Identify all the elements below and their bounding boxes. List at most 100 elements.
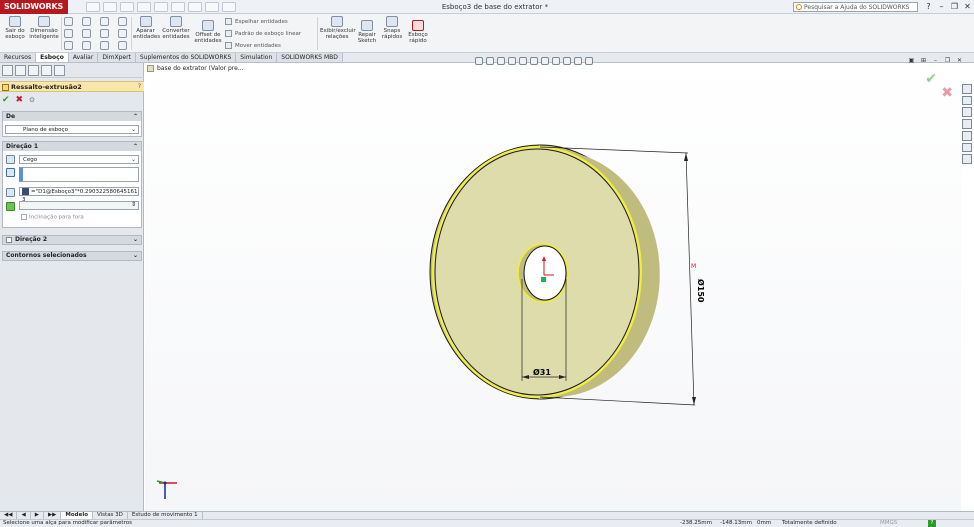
draft-angle-input[interactable]: ⇕ bbox=[19, 201, 139, 210]
file-properties-icon[interactable] bbox=[205, 2, 219, 12]
restore-icon[interactable]: ❐ bbox=[949, 1, 960, 12]
file-explorer-icon[interactable] bbox=[962, 107, 972, 118]
print-icon[interactable] bbox=[137, 2, 151, 12]
configuration-manager-icon[interactable] bbox=[28, 65, 39, 76]
detailed-preview-icon[interactable]: ⊙ bbox=[29, 96, 35, 105]
chamfer-icon[interactable] bbox=[100, 41, 109, 50]
bottom-tab-modelo[interactable]: Modelo bbox=[61, 512, 93, 519]
repair-sketch-button[interactable]: Repair Sketch bbox=[357, 20, 377, 44]
close-icon[interactable]: ✕ bbox=[962, 1, 973, 12]
relations-icon bbox=[331, 16, 343, 27]
cancel-button[interactable]: ✖ bbox=[16, 96, 24, 105]
fillet-icon[interactable] bbox=[100, 29, 109, 38]
select-icon[interactable] bbox=[171, 2, 185, 12]
dimension-icon[interactable] bbox=[118, 17, 127, 26]
help-icon[interactable]: ? bbox=[928, 520, 936, 527]
tab-esbo-o[interactable]: Esboço bbox=[36, 53, 69, 62]
new-icon[interactable] bbox=[86, 2, 100, 12]
restore-view-icon[interactable]: ❐ bbox=[943, 56, 952, 65]
options-icon[interactable] bbox=[222, 2, 236, 12]
arc-icon[interactable] bbox=[82, 29, 91, 38]
tab-recursos[interactable]: Recursos bbox=[0, 53, 37, 62]
relations-label: Exibir/excluir relações bbox=[320, 28, 356, 40]
inner-diameter-label[interactable]: Ø31 bbox=[533, 367, 551, 377]
document-title: Esboço3 de base do extrator * bbox=[441, 3, 549, 11]
exit-sketch-button[interactable]: Sair do esboço bbox=[4, 16, 26, 40]
tab-suplementos-do-solidworks[interactable]: Suplementos do SOLIDWORKS bbox=[135, 53, 237, 62]
draft-outward-checkbox[interactable]: Inclinação para fora bbox=[21, 214, 84, 221]
from-group-header[interactable]: De ⌃ bbox=[3, 112, 141, 121]
quick-snaps-button[interactable]: Snaps rápidos bbox=[381, 16, 403, 40]
direction2-checkbox[interactable] bbox=[6, 236, 12, 243]
graphics-area[interactable]: base do extrator (Valor pre... ✔ ✖ Ø150 … bbox=[145, 57, 961, 511]
split-view-icon[interactable]: ▣ bbox=[907, 56, 916, 65]
direction2-label: Direção 2 bbox=[15, 236, 48, 243]
tab-scroll-icon[interactable]: ▶▶ bbox=[44, 512, 62, 519]
tab-scroll-icon[interactable]: ◀ bbox=[17, 512, 31, 519]
ok-button[interactable]: ✔ bbox=[2, 96, 10, 105]
direction2-group-header[interactable]: Direção 2 ⌄ bbox=[3, 236, 141, 244]
design-library-icon[interactable] bbox=[962, 95, 972, 106]
from-select[interactable]: Plano de esboço ⌄ bbox=[5, 125, 139, 134]
help-icon[interactable]: ? bbox=[138, 83, 141, 90]
undo-icon[interactable] bbox=[154, 2, 168, 12]
minimize-icon[interactable]: – bbox=[936, 1, 947, 12]
rebuild-icon[interactable] bbox=[188, 2, 202, 12]
convert-entities-button[interactable]: Converter entidades bbox=[161, 16, 191, 40]
tab-simulation[interactable]: Simulation bbox=[236, 53, 278, 62]
reverse-direction-icon[interactable] bbox=[6, 155, 15, 164]
resources-icon[interactable] bbox=[962, 84, 972, 94]
units-selector[interactable]: MMGS bbox=[880, 520, 897, 527]
property-manager-icon[interactable] bbox=[15, 65, 26, 76]
line-icon[interactable] bbox=[64, 17, 73, 26]
feature-manager-icon[interactable] bbox=[2, 65, 13, 76]
depth-input[interactable]: ="D1@Esboço3"*0.290322580645161 3 bbox=[19, 187, 139, 203]
end-condition-select[interactable]: Cego ⌄ bbox=[19, 155, 139, 164]
bottom-tab-estudo-de-movimento-1[interactable]: Estudo de movimento 1 bbox=[128, 512, 203, 519]
offset-entities-button[interactable]: Offset de entidades bbox=[194, 20, 222, 44]
direction-selection-box[interactable] bbox=[19, 167, 139, 182]
draft-icon[interactable] bbox=[6, 202, 15, 211]
bottom-tab-vistas-3d[interactable]: Vistas 3D bbox=[93, 512, 128, 519]
status-bar: Selecione uma alça para modificar parâme… bbox=[0, 519, 974, 527]
appearances-icon[interactable] bbox=[962, 130, 972, 141]
dimxpert-manager-icon[interactable] bbox=[41, 65, 52, 76]
tab-scroll-icon[interactable]: ▶ bbox=[31, 512, 44, 519]
open-icon[interactable] bbox=[103, 2, 117, 12]
selected-contours-header[interactable]: Contornos selecionados ⌄ bbox=[3, 252, 141, 260]
trim-entities-button[interactable]: Aparar entidades bbox=[133, 16, 160, 40]
move-entities-button[interactable]: Mover entidades bbox=[225, 42, 281, 49]
center-hole bbox=[523, 245, 567, 301]
reference-triad bbox=[153, 479, 183, 505]
outer-diameter-label[interactable]: Ø150 bbox=[696, 279, 706, 303]
text-icon[interactable] bbox=[118, 29, 127, 38]
mirror-entities-button[interactable]: Espelhar entidades bbox=[225, 18, 288, 25]
tab-solidworks-mbd[interactable]: SOLIDWORKS MBD bbox=[277, 53, 343, 62]
help-search-input[interactable]: Pesquisar a Ajuda do SOLIDWORKS bbox=[793, 2, 918, 12]
linear-pattern-button[interactable]: Padrão de esboço linear bbox=[225, 30, 301, 37]
tab-dimxpert[interactable]: DimXpert bbox=[98, 53, 136, 62]
display-manager-icon[interactable] bbox=[54, 65, 65, 76]
custom-properties-icon[interactable] bbox=[962, 142, 972, 153]
polygon-icon[interactable] bbox=[82, 41, 91, 50]
circle-icon[interactable] bbox=[82, 17, 91, 26]
ribbon-divider bbox=[317, 17, 318, 50]
help-icon[interactable]: ? bbox=[923, 1, 934, 12]
tile-view-icon[interactable]: ⊞ bbox=[919, 56, 928, 65]
spinner-icon[interactable]: ⇕ bbox=[131, 201, 136, 209]
spline-icon[interactable] bbox=[100, 17, 109, 26]
solidworks-forum-icon[interactable] bbox=[962, 154, 972, 165]
close-view-icon[interactable]: ✕ bbox=[955, 56, 964, 65]
smart-dimension-button[interactable]: Dimensão inteligente bbox=[29, 16, 59, 40]
direction1-group-header[interactable]: Direção 1 ⌃ bbox=[3, 142, 141, 151]
tab-avaliar[interactable]: Avaliar bbox=[68, 53, 99, 62]
tab-scroll-icon[interactable]: ◀◀ bbox=[0, 512, 18, 519]
rapid-sketch-button[interactable]: Esboço rápido bbox=[406, 20, 430, 44]
rectangle-icon[interactable] bbox=[64, 29, 73, 38]
point-icon[interactable] bbox=[118, 41, 127, 50]
save-icon[interactable] bbox=[120, 2, 134, 12]
slot-icon[interactable] bbox=[64, 41, 73, 50]
display-relations-button[interactable]: Exibir/excluir relações bbox=[320, 16, 356, 40]
view-palette-icon[interactable] bbox=[962, 119, 972, 129]
minimize-view-icon[interactable]: – bbox=[931, 56, 940, 65]
